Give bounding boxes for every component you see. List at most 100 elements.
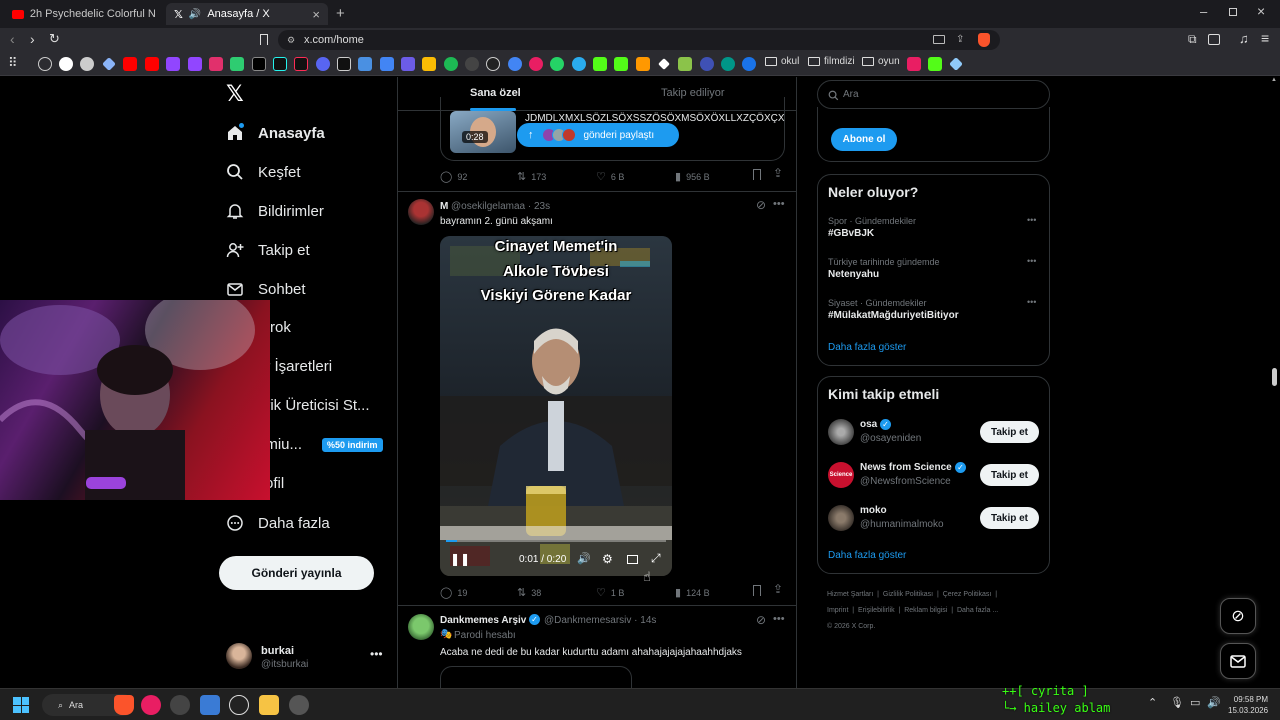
- kick-icon[interactable]: [928, 57, 942, 71]
- forward-icon[interactable]: ›: [30, 31, 35, 47]
- page-scrollbar[interactable]: ▲: [1271, 77, 1279, 688]
- app-icon[interactable]: [529, 57, 543, 71]
- reply-button[interactable]: ◯ 92: [440, 170, 467, 183]
- search-input[interactable]: Ara: [817, 80, 1050, 109]
- youtube-icon[interactable]: [145, 57, 159, 71]
- reply-button[interactable]: ◯ 19: [440, 586, 467, 599]
- app-icon[interactable]: [401, 57, 415, 71]
- gemini-icon[interactable]: [102, 57, 116, 71]
- tab-x-home[interactable]: 𝕏 🔊 Anasayfa / X ×: [166, 3, 328, 25]
- show-more-link[interactable]: Daha fazla göster: [828, 342, 906, 353]
- fullscreen-icon[interactable]: ⤢: [651, 551, 661, 566]
- bookmark-folder-okul[interactable]: okul: [765, 56, 799, 67]
- twitch-icon[interactable]: [166, 57, 180, 71]
- more-dots-icon[interactable]: •••: [773, 198, 785, 210]
- app-icon[interactable]: [358, 57, 372, 71]
- grok-icon[interactable]: ⊘: [756, 198, 766, 212]
- x-icon[interactable]: [252, 57, 266, 71]
- avatar[interactable]: [408, 614, 434, 640]
- sidebar-item-explore[interactable]: Keşfet: [226, 163, 301, 181]
- messages-floating-button[interactable]: [1220, 643, 1256, 679]
- file-explorer-icon[interactable]: [259, 695, 279, 715]
- more-dots-icon[interactable]: •••: [1027, 215, 1036, 225]
- post-video[interactable]: Cinayet Memet'in Alkole Tövbesi Viskiyi …: [440, 236, 672, 576]
- quoted-video-thumbnail[interactable]: 0:28: [450, 111, 516, 153]
- sidebar-item-chat[interactable]: Sohbet: [226, 280, 306, 298]
- app-icon[interactable]: [678, 57, 692, 71]
- follow-button[interactable]: Takip et: [980, 464, 1039, 486]
- apps-grid-icon[interactable]: ⠿: [8, 55, 18, 71]
- share-post-pill[interactable]: ↑ gönderi paylaştı: [517, 123, 679, 147]
- menu-icon[interactable]: ≡: [1261, 30, 1269, 46]
- chatgpt-icon[interactable]: [229, 695, 249, 715]
- translate-icon[interactable]: [380, 57, 394, 71]
- tiktok-icon[interactable]: [273, 57, 287, 71]
- app-icon[interactable]: [907, 57, 921, 71]
- photos-icon[interactable]: [200, 695, 220, 715]
- minimize-icon[interactable]: –: [1200, 4, 1207, 19]
- extensions-icon[interactable]: ⧉: [1188, 32, 1197, 47]
- subscribe-button[interactable]: Abone ol: [831, 128, 897, 151]
- whatsapp-icon[interactable]: [550, 57, 564, 71]
- spotify-icon[interactable]: [444, 57, 458, 71]
- windows-start-icon[interactable]: [13, 697, 29, 713]
- repost-button[interactable]: ⇅ 173: [517, 170, 546, 183]
- like-button[interactable]: ♡ 6 B: [596, 170, 624, 183]
- bookmark-icon[interactable]: [753, 169, 761, 180]
- app-icon[interactable]: [170, 695, 190, 715]
- post-author[interactable]: Dankmemes Arşiv: [440, 615, 526, 626]
- chevron-up-icon[interactable]: ⌃: [1148, 696, 1157, 709]
- scrollbar-thumb[interactable]: [1272, 368, 1277, 386]
- google-icon[interactable]: [59, 57, 73, 71]
- brave-shield-icon[interactable]: [978, 33, 990, 47]
- sidebar-item-follow[interactable]: Takip et: [226, 241, 310, 259]
- bookmark-folder-filmdizi[interactable]: filmdizi: [808, 56, 855, 67]
- app-icon[interactable]: [508, 57, 522, 71]
- chatgpt-icon[interactable]: [80, 57, 94, 71]
- wallet-icon[interactable]: [1208, 34, 1220, 45]
- network-icon[interactable]: ▭: [1190, 696, 1200, 709]
- app-icon[interactable]: [658, 58, 670, 70]
- share-icon[interactable]: ⇪: [773, 166, 783, 180]
- scroll-up-icon[interactable]: ▲: [1271, 77, 1277, 83]
- share-icon[interactable]: ⇪: [956, 30, 964, 50]
- views-button[interactable]: ▮ 124 B: [675, 586, 710, 599]
- app-icon[interactable]: [721, 57, 735, 71]
- app-icon[interactable]: [337, 57, 351, 71]
- grok-icon[interactable]: ⊘: [756, 613, 766, 627]
- follow-button[interactable]: Takip et: [980, 421, 1039, 443]
- media-icon[interactable]: ♫: [1239, 31, 1249, 46]
- close-window-icon[interactable]: ×: [1257, 3, 1265, 19]
- reload-icon[interactable]: ↻: [49, 31, 60, 47]
- back-icon[interactable]: ‹: [10, 31, 15, 47]
- tab-youtube[interactable]: 2h Psychedelic Colorful Neon Backgr: [4, 3, 164, 25]
- site-settings-icon[interactable]: ⚙: [287, 30, 295, 50]
- discord-icon[interactable]: [316, 57, 330, 71]
- kick-icon[interactable]: [593, 57, 607, 71]
- sidebar-item-more[interactable]: Daha fazla: [226, 514, 330, 532]
- more-dots-icon[interactable]: •••: [1027, 256, 1036, 266]
- more-dots-icon[interactable]: •••: [1027, 297, 1036, 307]
- telegram-icon[interactable]: [572, 57, 586, 71]
- github-icon[interactable]: [486, 57, 500, 71]
- video-progress-track[interactable]: [446, 540, 666, 542]
- more-dots-icon[interactable]: •••: [370, 647, 383, 661]
- volume-icon[interactable]: 🔊: [577, 552, 591, 565]
- like-button[interactable]: ♡ 1 B: [596, 586, 624, 599]
- settings-icon[interactable]: ⚙: [602, 552, 613, 566]
- youtube-icon[interactable]: [123, 57, 137, 71]
- quoted-post-card[interactable]: 0:28 JDMDLXMXLSÖZLSÖXSSZÖSÖXMSÖXÖXLLXZÇÖ…: [440, 97, 785, 161]
- kick-icon[interactable]: [614, 57, 628, 71]
- post-handle-time[interactable]: @Dankmemesarsiv · 14s: [544, 615, 656, 626]
- youtube-music-icon[interactable]: [141, 695, 161, 715]
- grok-floating-button[interactable]: ⊘: [1220, 598, 1256, 634]
- more-dots-icon[interactable]: •••: [773, 613, 785, 625]
- url-field[interactable]: ⚙ x.com/home ⇪: [278, 30, 1000, 50]
- app-icon[interactable]: [700, 57, 714, 71]
- close-tab-icon[interactable]: ×: [312, 7, 320, 22]
- sidebar-item-notifications[interactable]: Bildirimler: [226, 202, 324, 220]
- restore-icon[interactable]: [1229, 8, 1237, 16]
- post-button[interactable]: Gönderi yayınla: [219, 556, 374, 590]
- account-switcher[interactable]: burkai @itsburkai •••: [226, 643, 386, 673]
- tiktok-icon[interactable]: [294, 57, 308, 71]
